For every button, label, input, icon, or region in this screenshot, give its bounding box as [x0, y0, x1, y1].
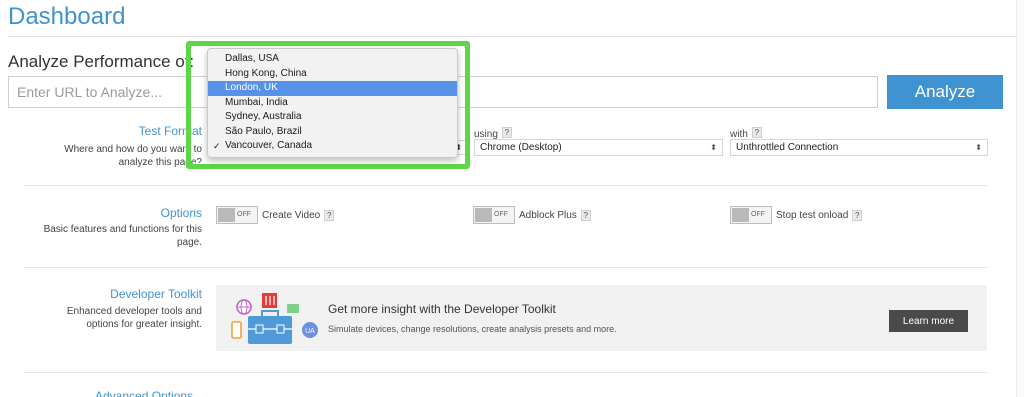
test-format-description: Where and how do you want to analyze thi… — [64, 143, 202, 169]
toggle-knob — [732, 208, 749, 222]
dropdown-option-label: London, UK — [225, 82, 278, 93]
title-divider — [8, 36, 1016, 37]
dropdown-option-label: Dallas, USA — [225, 53, 279, 64]
test-format-description-line2: analyze this page? — [118, 157, 202, 168]
toggle-state: OFF — [751, 211, 765, 218]
page-title: Dashboard — [8, 3, 126, 30]
adblock-toggle-row: OFF Adblock Plus? — [473, 206, 591, 224]
scrollbar-track[interactable] — [1016, 0, 1024, 397]
developer-toolkit-description-line1: Enhanced developer tools and — [66, 306, 202, 317]
dropdown-option-sao-paulo[interactable]: São Paulo, Brazil — [208, 125, 457, 140]
toolkit-banner — [216, 285, 987, 351]
dropdown-option-label: Mumbai, India — [225, 96, 288, 108]
browser-select-value: Chrome (Desktop) — [480, 142, 562, 153]
learn-more-button[interactable]: Learn more — [889, 310, 968, 332]
location-dropdown-menu[interactable]: Dallas, USA Hong Kong, China London, UK … — [207, 48, 458, 158]
connection-select-value: Unthrottled Connection — [736, 142, 839, 153]
toggle-knob — [475, 208, 492, 222]
globe-icon — [236, 299, 252, 315]
test-format-description-line1: Where and how do you want to — [64, 144, 202, 155]
mobile-device-icon — [231, 321, 242, 339]
help-icon[interactable]: ? — [580, 209, 591, 221]
help-icon[interactable]: ? — [501, 127, 512, 139]
dropdown-option-dallas[interactable]: Dallas, USA — [208, 52, 457, 67]
dropdown-option-mumbai[interactable]: Mumbai, India — [208, 96, 457, 111]
image-icon — [287, 304, 299, 313]
developer-toolkit-title: Developer Toolkit — [110, 287, 202, 301]
dropdown-option-label: Hong Kong, China — [225, 67, 307, 79]
dropdown-option-label: Vancouver, Canada — [225, 140, 313, 151]
options-description-line2: page. — [176, 237, 202, 248]
toolkit-subtext: Simulate devices, change resolutions, cr… — [328, 324, 617, 334]
toolkit-heading: Get more insight with the Developer Tool… — [328, 302, 556, 316]
select-arrows-icon: ⬍ — [975, 143, 982, 152]
developer-toolkit-description-line2: options for greater insight. — [86, 319, 202, 330]
options-description: Basic features and functions for this pa… — [44, 223, 202, 249]
advanced-options-title: Advanced Options — [95, 389, 194, 397]
create-video-label: Create Video — [262, 209, 321, 221]
stop-onload-toggle[interactable]: OFF — [730, 206, 772, 224]
options-title: Options — [160, 206, 202, 220]
developer-toolkit-description: Enhanced developer tools and options for… — [67, 305, 202, 331]
options-description-line1: Basic features and functions for this — [43, 224, 202, 235]
help-icon[interactable]: ? — [852, 209, 863, 221]
toolbox-icon — [248, 316, 292, 344]
stop-onload-label: Stop test onload — [776, 209, 849, 221]
section-divider — [24, 267, 988, 268]
adblock-toggle[interactable]: OFF — [473, 206, 515, 224]
browser-select[interactable]: Chrome (Desktop) ⬍ — [474, 139, 723, 156]
help-icon[interactable]: ? — [324, 209, 335, 221]
dropdown-option-label: São Paulo, Brazil — [225, 125, 302, 137]
help-icon[interactable]: ? — [751, 127, 762, 139]
section-divider — [24, 372, 988, 373]
toggle-state: OFF — [494, 211, 508, 218]
dropdown-option-vancouver[interactable]: ✓ Vancouver, Canada — [208, 139, 457, 154]
dropdown-option-london[interactable]: London, UK — [208, 81, 457, 96]
analyze-label: Analyze Performance of: — [8, 52, 195, 71]
ua-badge-text: UA — [305, 328, 315, 335]
stop-onload-toggle-row: OFF Stop test onload? — [730, 206, 863, 224]
adblock-label: Adblock Plus — [519, 209, 577, 221]
dropdown-option-label: Sydney, Australia — [225, 111, 302, 122]
toggle-knob — [218, 208, 235, 222]
dropdown-option-sydney[interactable]: Sydney, Australia — [208, 110, 457, 125]
section-divider — [24, 185, 988, 186]
analyze-button[interactable]: Analyze — [887, 75, 1003, 109]
create-video-toggle-row: OFF Create Video? — [216, 206, 335, 224]
toolkit-illustration-icon: UA — [231, 293, 318, 344]
checkmark-icon: ✓ — [213, 141, 221, 151]
toggle-state: OFF — [237, 211, 251, 218]
connection-select[interactable]: Unthrottled Connection ⬍ — [730, 139, 988, 156]
select-arrows-icon: ⬍ — [710, 143, 717, 152]
create-video-toggle[interactable]: OFF — [216, 206, 258, 224]
dropdown-option-hong-kong[interactable]: Hong Kong, China — [208, 67, 457, 82]
